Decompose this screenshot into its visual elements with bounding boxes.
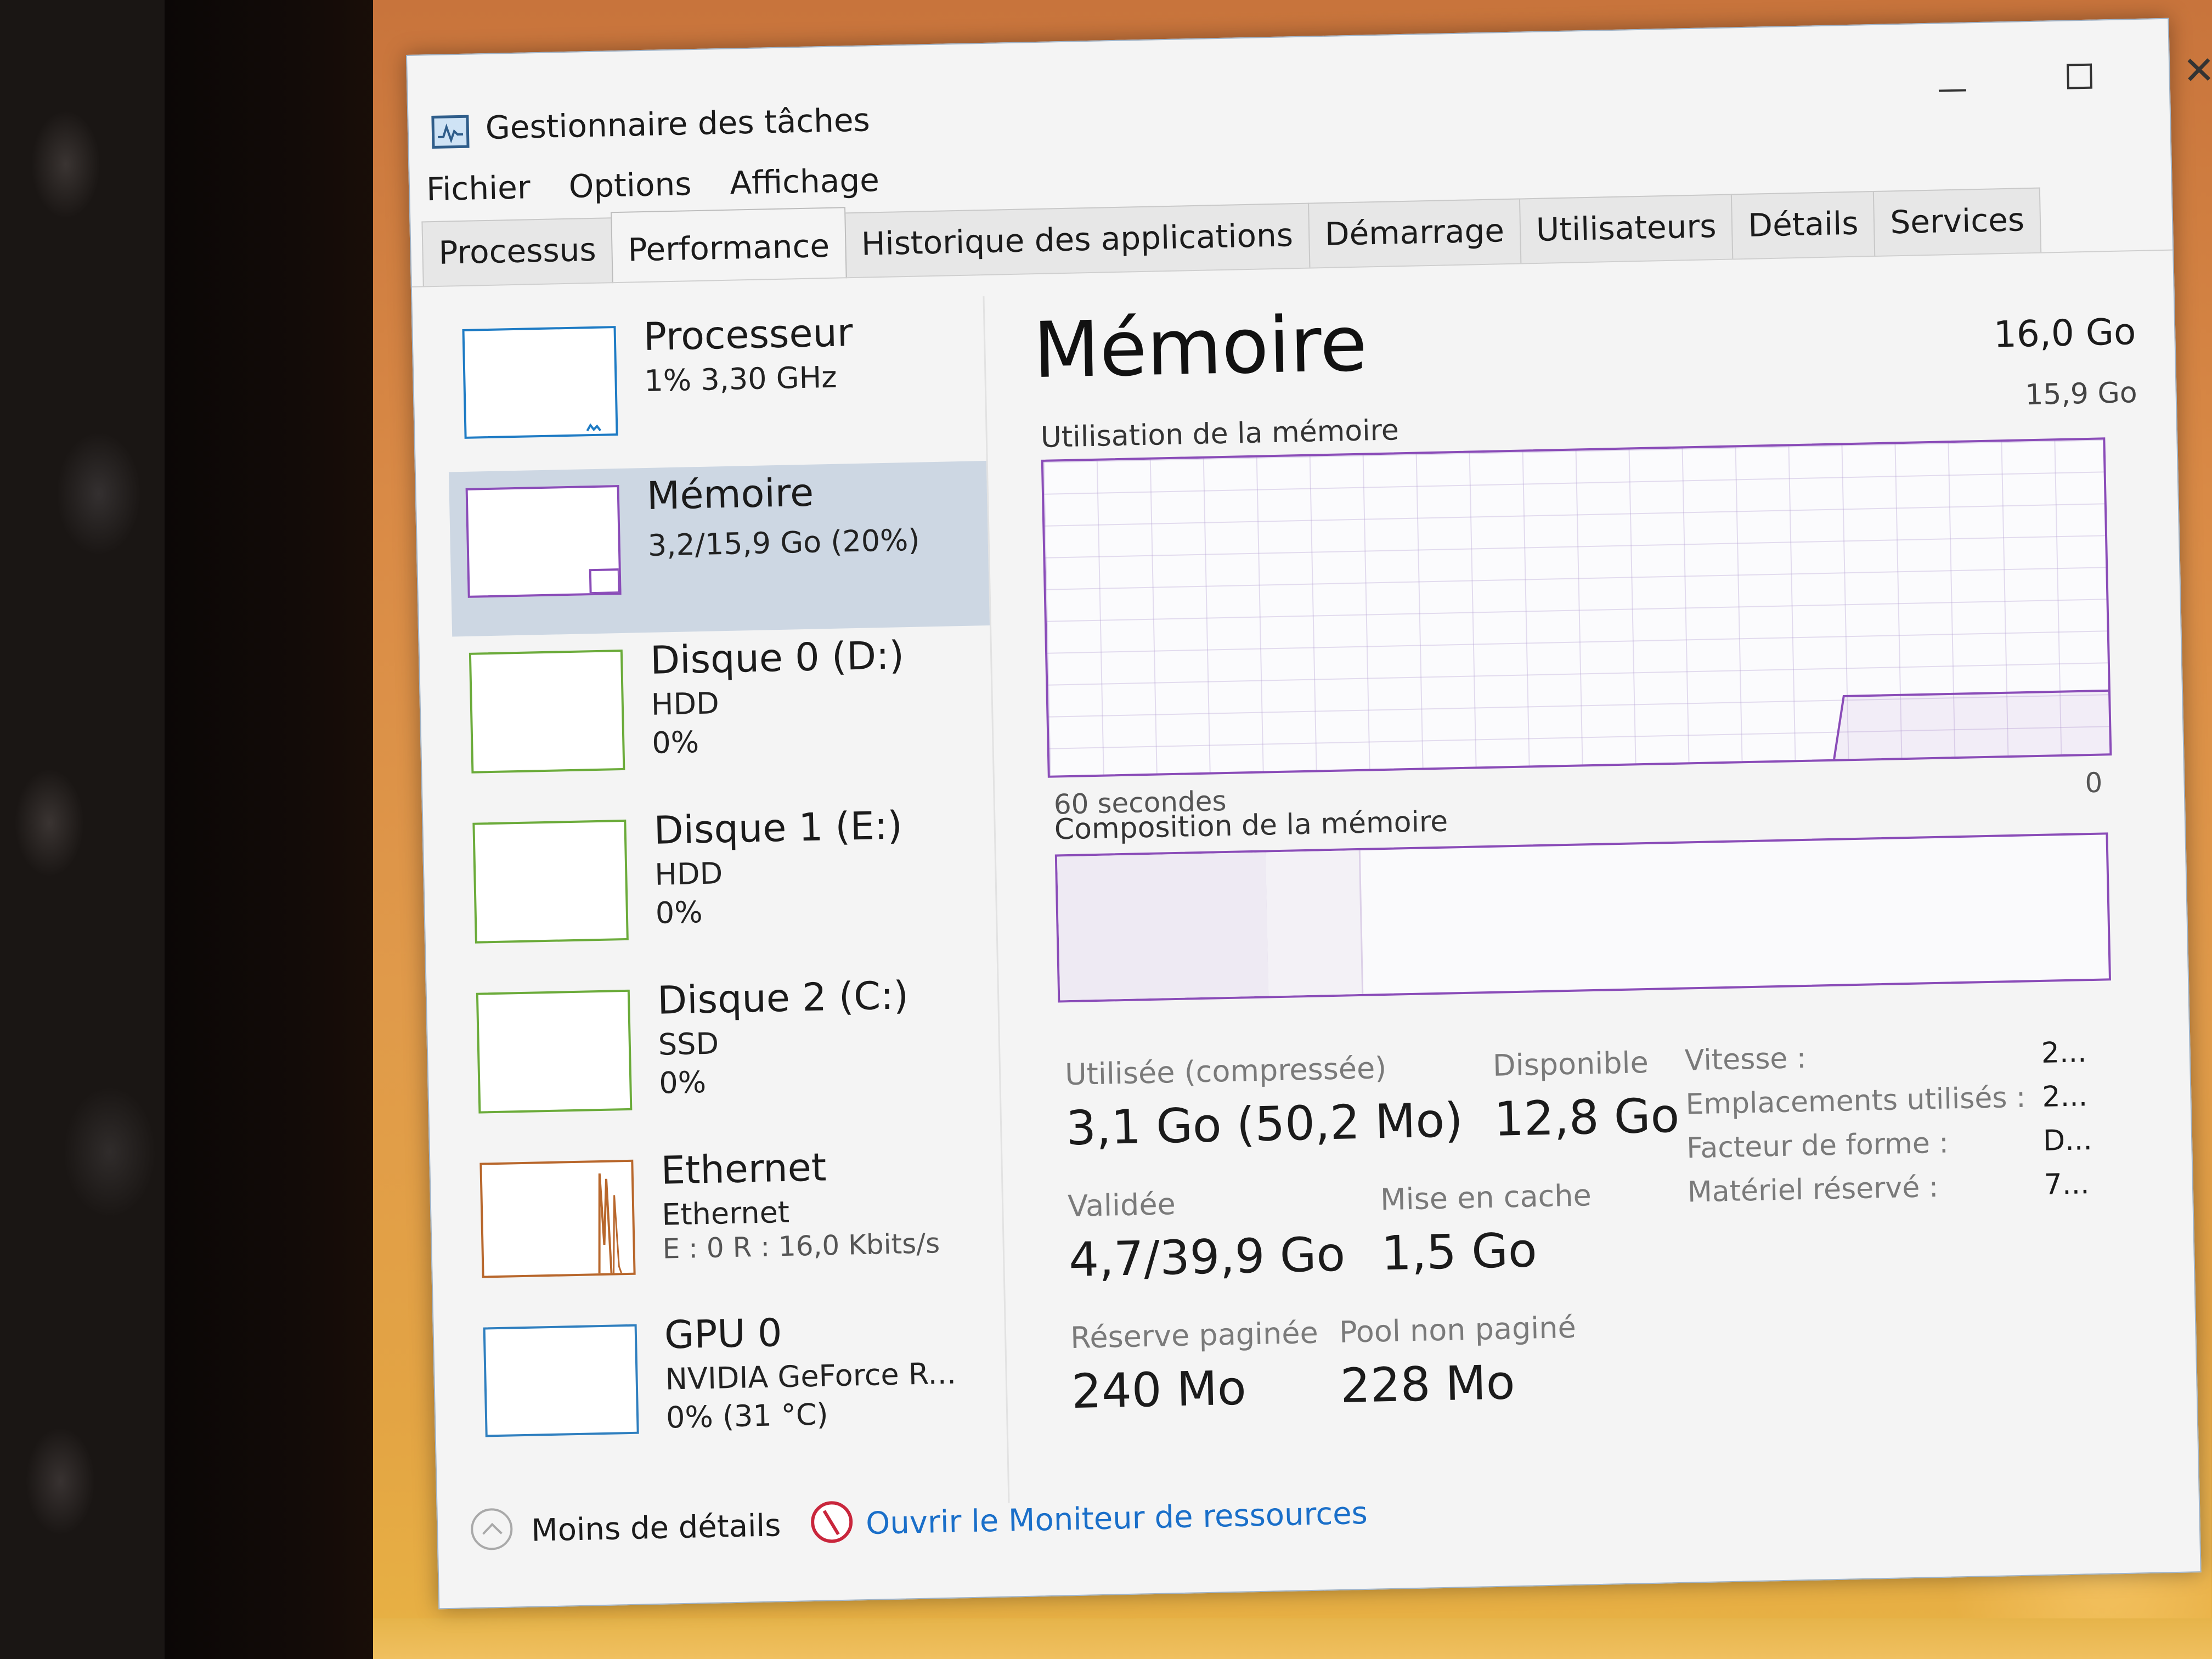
usage-fill [1834,690,2110,759]
sidebar-item-processeur[interactable]: Processeur 1% 3,30 GHz [445,302,986,477]
disk-thumbnail-graph [472,819,629,944]
close-button[interactable]: ✕ [2168,40,2212,101]
sidebar-item-detail: 3,2/15,9 Go (20%) [647,522,921,563]
chevron-up-icon[interactable] [470,1508,514,1551]
tab-historique[interactable]: Historique des applications [844,202,1311,278]
detail-reserved-value: 7... [2044,1167,2090,1201]
tab-performance[interactable]: Performance [611,207,847,284]
tab-services[interactable]: Services [1873,187,2042,256]
tab-processus[interactable]: Processus [421,217,613,286]
sidebar-item-ethernet[interactable]: Ethernet Ethernet E : 0 R : 16,0 Kbits/s [463,1136,1004,1311]
stat-committed-label: Validée [1067,1187,1176,1224]
stat-available-value: 12,8 Go [1493,1088,1680,1147]
stat-used-label: Utilisée (compressée) [1064,1050,1387,1092]
usage-graph-label: Utilisation de la mémoire [1040,414,1400,454]
sidebar-item-label: Ethernet [660,1144,827,1193]
sidebar-item-label: GPU 0 [664,1310,783,1358]
monitor-bezel [165,0,384,1659]
memory-total: 16,0 Go [1993,311,2137,356]
sidebar-item-disque-1[interactable]: Disque 1 (E:) HDD 0% [456,795,997,971]
task-manager-window: Gestionnaire des tâches ✕ Fichier Option… [406,18,2212,1610]
stat-available-label: Disponible [1492,1045,1649,1083]
resource-list: Processeur 1% 3,30 GHz Mémoire 3,2/15,9 … [434,296,1010,1515]
sidebar-item-label: Mémoire [646,470,814,518]
composition-modified-segment [1265,850,1364,996]
graph-max-label: 15,9 Go [2024,376,2138,412]
maximize-button[interactable] [2047,42,2109,104]
memory-composition-bar [1054,832,2112,1003]
sidebar-item-type: HDD [651,686,720,722]
memory-usage-graph [1041,437,2112,778]
task-manager-icon [431,115,470,149]
desktop-bottom [373,1618,2212,1659]
sidebar-item-model: NVIDIA GeForce R... [665,1356,957,1397]
detail-slots-value: 2... [2041,1080,2088,1114]
sidebar-item-label: Disque 2 (C:) [657,973,909,1023]
menu-bar: Fichier Options Affichage [426,156,880,215]
ethernet-thumbnail-graph [479,1159,636,1278]
sidebar-item-usage: 0% [658,1064,707,1101]
tab-details[interactable]: Détails [1731,191,1876,259]
tab-utilisateurs[interactable]: Utilisateurs [1519,194,1734,263]
less-details-button[interactable]: Moins de détails [531,1508,781,1549]
sidebar-item-usage: 0% (31 °C) [665,1397,829,1435]
detail-form-factor-value: D... [2042,1124,2093,1158]
memory-thumbnail-graph [465,485,622,598]
composition-used-segment [1057,852,1271,1001]
stat-committed-value: 4,7/39,9 Go [1068,1227,1346,1288]
page-title: Mémoire [1032,299,1368,396]
sidebar-item-label: Disque 0 (D:) [650,633,905,683]
stat-used-value: 3,1 Go (50,2 Mo) [1065,1093,1464,1156]
sidebar-item-disque-0[interactable]: Disque 0 (D:) HDD 0% [452,625,993,801]
stat-paged-label: Réserve paginée [1070,1315,1319,1356]
tab-demarrage[interactable]: Démarrage [1307,198,1522,268]
detail-slots-label: Emplacements utilisés : [1685,1081,2027,1121]
gpu-thumbnail-graph [483,1324,639,1437]
sidebar-item-disque-2[interactable]: Disque 2 (C:) SSD 0% [459,966,1000,1141]
stat-cached-value: 1,5 Go [1381,1223,1538,1282]
open-resource-monitor-link[interactable]: Ouvrir le Moniteur de ressources [866,1496,1368,1542]
stat-nonpaged-label: Pool non paginé [1339,1310,1577,1350]
detail-reserved-label: Matériel réservé : [1687,1170,1939,1209]
sidebar-item-label: Disque 1 (E:) [653,803,903,853]
graph-zero-label: 0 [2084,766,2103,799]
detail-speed-label: Vitesse : [1684,1041,1807,1077]
sidebar-item-usage: 0% [655,895,703,930]
detail-form-factor-label: Facteur de forme : [1686,1126,1949,1165]
disk-thumbnail-graph [469,649,625,774]
minimize-button[interactable] [1921,45,1983,106]
sidebar-item-throughput: E : 0 R : 16,0 Kbits/s [662,1227,940,1265]
cpu-thumbnail-graph [462,326,618,439]
stat-paged-value: 240 Mo [1071,1361,1247,1420]
window-title: Gestionnaire des tâches [485,101,871,146]
detail-speed-value: 2... [2041,1036,2087,1070]
sidebar-item-detail: 1% 3,30 GHz [644,359,838,399]
menu-options[interactable]: Options [568,160,692,212]
menu-fichier[interactable]: Fichier [426,163,531,215]
background-curtain [0,0,165,1659]
menu-affichage[interactable]: Affichage [729,156,880,208]
sidebar-item-type: SSD [658,1026,719,1062]
stat-nonpaged-value: 228 Mo [1340,1355,1516,1414]
resource-monitor-icon[interactable] [810,1500,853,1544]
stat-cached-label: Mise en cache [1380,1178,1592,1217]
sidebar-item-gpu-0[interactable]: GPU 0 NVIDIA GeForce R... 0% (31 °C) [466,1300,1007,1476]
sidebar-item-label: Processeur [643,310,854,360]
sidebar-item-type: Ethernet [661,1194,790,1232]
disk-thumbnail-graph [476,989,633,1114]
sidebar-item-usage: 0% [651,725,699,760]
sidebar-item-memoire[interactable]: Mémoire 3,2/15,9 Go (20%) [448,461,990,637]
sidebar-item-type: HDD [654,856,723,892]
